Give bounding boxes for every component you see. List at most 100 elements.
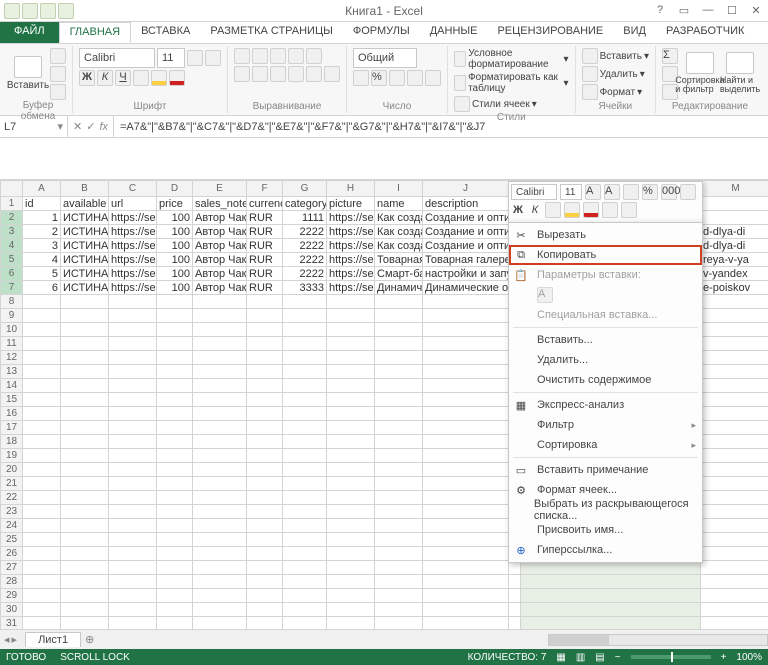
ctx-cut[interactable]: ✂Вырезать <box>509 225 702 245</box>
ribbon-options-icon[interactable]: ? <box>652 4 668 17</box>
mini-dec-decimal-icon[interactable] <box>621 202 637 218</box>
cut-icon[interactable] <box>50 48 66 64</box>
tab-insert[interactable]: ВСТАВКА <box>131 22 200 43</box>
mini-italic-icon[interactable]: К <box>528 204 542 216</box>
decrease-decimal-icon[interactable] <box>425 70 441 86</box>
name-box[interactable]: L7▾ <box>0 116 68 137</box>
decrease-indent-icon[interactable] <box>288 66 304 82</box>
mini-percent-icon[interactable]: % <box>642 184 658 200</box>
qat-save-icon[interactable] <box>22 3 38 19</box>
tab-developer[interactable]: РАЗРАБОТЧИК <box>656 22 754 43</box>
format-as-table-button[interactable]: Форматировать как таблицу▾ <box>454 72 569 94</box>
fx-icon[interactable]: fx <box>99 121 108 133</box>
border-icon[interactable] <box>133 70 149 86</box>
ctx-sort[interactable]: Сортировка▸ <box>509 435 702 455</box>
mini-increase-font-icon[interactable]: A <box>585 184 601 200</box>
underline-icon[interactable]: Ч <box>115 70 131 86</box>
align-middle-icon[interactable] <box>252 48 268 64</box>
cancel-formula-icon[interactable]: ✕ <box>73 120 82 133</box>
increase-decimal-icon[interactable] <box>407 70 423 86</box>
conditional-formatting-button[interactable]: Условное форматирование▾ <box>454 48 569 70</box>
window-minimize-icon[interactable]: — <box>700 4 716 17</box>
table-row[interactable]: 29 <box>1 589 768 603</box>
view-normal-icon[interactable]: ▦ <box>556 652 565 663</box>
view-page-break-icon[interactable]: ▤ <box>595 652 604 663</box>
tab-view[interactable]: ВИД <box>613 22 656 43</box>
mini-accounting-icon[interactable] <box>623 184 639 200</box>
cell-styles-button[interactable]: Стили ячеек▾ <box>454 96 537 112</box>
ctx-hyperlink[interactable]: ⊕Гиперссылка... <box>509 540 702 560</box>
view-page-layout-icon[interactable]: ▥ <box>576 652 585 663</box>
zoom-in-icon[interactable]: + <box>721 652 727 663</box>
window-maximize-icon[interactable]: ☐ <box>724 4 740 17</box>
paste-button[interactable]: Вставить <box>10 48 46 98</box>
increase-font-icon[interactable] <box>187 50 203 66</box>
table-row[interactable]: 30 <box>1 603 768 617</box>
wrap-text-icon[interactable] <box>306 48 322 64</box>
zoom-level[interactable]: 100% <box>736 652 762 663</box>
mini-size-combo[interactable]: 11 <box>560 184 582 200</box>
tab-formulas[interactable]: ФОРМУЛЫ <box>343 22 420 43</box>
ctx-comment[interactable]: ▭Вставить примечание <box>509 460 702 480</box>
table-row[interactable]: 28 <box>1 575 768 589</box>
ctx-pick-from-list[interactable]: Выбрать из раскрывающегося списка... <box>509 500 702 520</box>
align-bottom-icon[interactable] <box>270 48 286 64</box>
ctx-clear[interactable]: Очистить содержимое <box>509 370 702 390</box>
align-left-icon[interactable] <box>234 66 250 82</box>
mini-comma-icon[interactable]: 000 <box>661 184 677 200</box>
qat-undo-icon[interactable] <box>40 3 56 19</box>
zoom-out-icon[interactable]: − <box>615 652 621 663</box>
qat-redo-icon[interactable] <box>58 3 74 19</box>
sheet-nav-prev-icon[interactable]: ◂ <box>4 633 10 646</box>
sheet-nav-next-icon[interactable]: ▸ <box>12 633 18 646</box>
ctx-filter[interactable]: Фильтр▸ <box>509 415 702 435</box>
tab-data[interactable]: ДАННЫЕ <box>420 22 488 43</box>
tab-file[interactable]: ФАЙЛ <box>0 22 59 43</box>
mini-font-combo[interactable]: Calibri <box>511 184 557 200</box>
delete-cells-button[interactable]: Удалить▾ <box>582 66 645 82</box>
find-select-button[interactable]: Найти и выделить <box>722 48 758 98</box>
qat-excel-icon[interactable] <box>4 3 20 19</box>
enter-formula-icon[interactable]: ✓ <box>86 120 95 133</box>
italic-icon[interactable]: К <box>97 70 113 86</box>
ctx-insert[interactable]: Вставить... <box>509 330 702 350</box>
zoom-slider[interactable] <box>631 655 711 659</box>
mini-decrease-font-icon[interactable]: A <box>604 184 620 200</box>
ctx-define-name[interactable]: Присвоить имя... <box>509 520 702 540</box>
autosum-icon[interactable]: Σ <box>662 48 678 64</box>
align-center-icon[interactable] <box>252 66 268 82</box>
window-close-icon[interactable]: ✕ <box>748 4 764 17</box>
sheet-tab-1[interactable]: Лист1 <box>25 632 81 647</box>
align-right-icon[interactable] <box>270 66 286 82</box>
new-sheet-button[interactable]: ⊕ <box>85 633 94 646</box>
tab-page-layout[interactable]: РАЗМЕТКА СТРАНИЦЫ <box>200 22 342 43</box>
align-top-icon[interactable] <box>234 48 250 64</box>
orientation-icon[interactable] <box>288 48 304 64</box>
accounting-icon[interactable] <box>353 70 369 86</box>
copy-icon[interactable] <box>50 66 66 82</box>
formula-input[interactable]: =A7&"|"&B7&"|"&C7&"|"&D7&"|"&E7&"|"&F7&"… <box>114 116 768 137</box>
spreadsheet-grid[interactable]: ABCDEFGHIJKLMNO 1idavailableurlpricesale… <box>0 180 768 646</box>
mini-inc-decimal-icon[interactable] <box>602 202 618 218</box>
decrease-font-icon[interactable] <box>205 50 221 66</box>
insert-cells-button[interactable]: Вставить▾ <box>582 48 649 64</box>
mini-border-icon[interactable] <box>545 202 561 218</box>
tab-home[interactable]: ГЛАВНАЯ <box>59 22 131 43</box>
horizontal-scrollbar[interactable] <box>548 634 768 646</box>
ctx-copy[interactable]: ⧉Копировать <box>509 245 702 265</box>
increase-indent-icon[interactable] <box>306 66 322 82</box>
bold-icon[interactable]: Ж <box>79 70 95 86</box>
mini-font-color-icon[interactable] <box>583 202 599 218</box>
ribbon-minimize-icon[interactable]: ▭ <box>676 4 692 17</box>
sort-filter-button[interactable]: Сортировка и фильтр <box>682 48 718 98</box>
merge-icon[interactable] <box>324 66 340 82</box>
ctx-delete[interactable]: Удалить... <box>509 350 702 370</box>
mini-bold-icon[interactable]: Ж <box>511 204 525 216</box>
mini-format-painter-icon[interactable] <box>680 184 696 200</box>
fill-color-icon[interactable] <box>151 70 167 86</box>
comma-icon[interactable] <box>389 70 405 86</box>
font-size-combo[interactable]: 11 <box>157 48 185 68</box>
mini-fill-icon[interactable] <box>564 202 580 218</box>
ctx-quick-analysis[interactable]: ▦Экспресс-анализ <box>509 395 702 415</box>
number-format-combo[interactable]: Общий <box>353 48 417 68</box>
